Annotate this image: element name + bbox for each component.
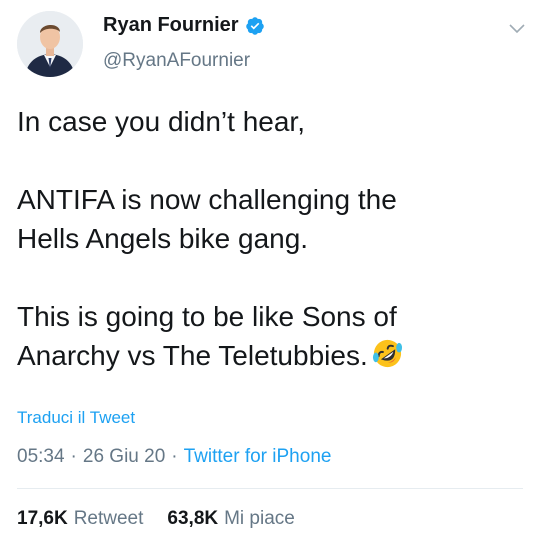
- tweet-date[interactable]: 26 Giu 20: [83, 446, 165, 468]
- retweet-label[interactable]: Retweet: [74, 508, 144, 530]
- display-name[interactable]: Ryan Fournier: [103, 14, 239, 37]
- rolling-on-floor-laughing-icon: [372, 339, 402, 368]
- tweet-source-link[interactable]: Twitter for iPhone: [184, 446, 332, 468]
- tweet-text: In case you didn’t hear, ANTIFA is now c…: [17, 102, 522, 375]
- user-handle[interactable]: @RyanAFournier: [103, 50, 250, 72]
- avatar[interactable]: [17, 11, 83, 77]
- tweet-line-2: ANTIFA is now challenging the Hells Ange…: [17, 184, 397, 254]
- meta-separator: ·: [171, 446, 178, 467]
- like-count[interactable]: 63,8K: [167, 508, 218, 530]
- user-name-row: Ryan Fournier: [103, 14, 265, 37]
- verified-badge-icon: [245, 16, 264, 35]
- tweet-line-3: This is going to be like Sons of Anarchy…: [17, 301, 397, 371]
- tweet-stats: 17,6K Retweet 63,8K Mi piace: [17, 508, 295, 530]
- divider: [17, 488, 523, 489]
- like-label[interactable]: Mi piace: [224, 508, 295, 530]
- translate-tweet-link[interactable]: Traduci il Tweet: [17, 408, 135, 428]
- meta-separator: ·: [70, 446, 77, 467]
- tweet-line-1: In case you didn’t hear,: [17, 106, 305, 137]
- tweet-time[interactable]: 05:34: [17, 446, 65, 468]
- chevron-down-icon[interactable]: [509, 24, 525, 34]
- retweet-count[interactable]: 17,6K: [17, 508, 68, 530]
- tweet-meta: 05:34 · 26 Giu 20 · Twitter for iPhone: [17, 446, 331, 468]
